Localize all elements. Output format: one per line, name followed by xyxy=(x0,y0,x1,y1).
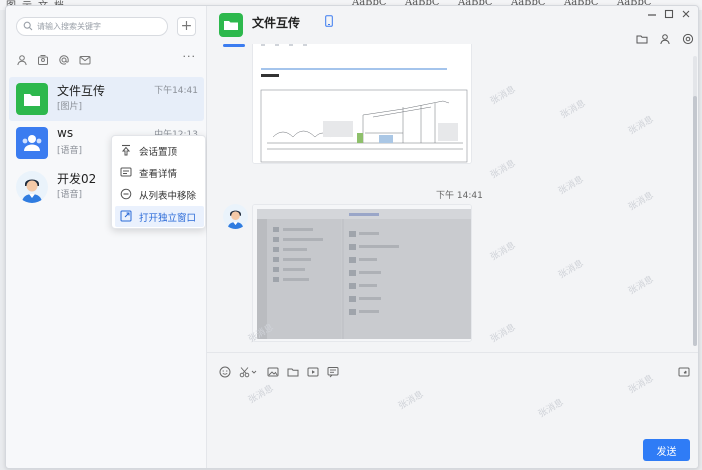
conversation-sidebar: + ··· 文件互传 [图片] 下午14:41 ws [语音] 中午12:13 xyxy=(6,6,207,468)
watermark-text: 张消息 xyxy=(627,373,656,396)
pin-top-icon xyxy=(121,144,131,156)
watermark-text: 张消息 xyxy=(557,258,586,281)
watermark-text: 张消息 xyxy=(397,389,426,412)
watermark-text: 张消息 xyxy=(489,322,518,345)
filter-row: ··· xyxy=(16,50,200,68)
menu-item-pin-top[interactable]: 会话置顶 xyxy=(115,140,204,161)
menu-item-label: 打开独立窗口 xyxy=(139,213,197,224)
message-timestamp: 下午 14:41 xyxy=(436,191,483,201)
menu-item-label: 会话置顶 xyxy=(139,147,178,158)
conversation-preview: [图片] xyxy=(57,102,83,112)
message-scrollbar[interactable] xyxy=(693,56,697,346)
watermark-text: 张消息 xyxy=(627,274,656,297)
file-folder-icon[interactable] xyxy=(287,366,299,378)
image-message-drawing[interactable] xyxy=(252,44,472,164)
conversation-preview: [语音] xyxy=(57,146,83,156)
more-options-icon[interactable]: ··· xyxy=(183,50,197,63)
person-avatar xyxy=(16,171,48,203)
conversation-name: ws xyxy=(57,126,74,140)
image-message-screenshot[interactable] xyxy=(252,204,472,342)
menu-item-details[interactable]: 查看详情 xyxy=(115,162,204,183)
chat-history-icon[interactable] xyxy=(327,366,339,378)
watermark-text: 张消息 xyxy=(489,240,518,263)
remove-circle-icon xyxy=(120,188,132,200)
mobile-device-icon xyxy=(325,15,333,27)
folder-avatar xyxy=(16,83,48,115)
watermark-text: 张消息 xyxy=(247,383,276,406)
watermark-text: 张消息 xyxy=(489,84,518,107)
watermark-text: 张消息 xyxy=(537,397,566,420)
conversation-time: 下午14:41 xyxy=(154,86,198,96)
image-icon[interactable] xyxy=(267,366,279,378)
minimize-icon[interactable] xyxy=(647,9,657,19)
video-icon[interactable] xyxy=(307,366,319,378)
emoji-icon[interactable] xyxy=(219,366,231,378)
watermark-text: 张消息 xyxy=(489,158,518,181)
close-icon[interactable] xyxy=(681,9,691,19)
chat-header: 文件互传 xyxy=(207,6,698,45)
sender-avatar xyxy=(223,204,248,229)
menu-item-remove[interactable]: 从列表中移除 xyxy=(115,184,204,205)
message-list: 下午 14:41 张消息 张消息 张消息 张消息 张消息 张消息 张消息 张消息… xyxy=(207,44,698,352)
person-icon[interactable] xyxy=(16,54,28,66)
chat-title: 文件互传 xyxy=(252,16,301,30)
chat-avatar xyxy=(219,13,243,37)
previous-message-edge xyxy=(223,44,245,47)
watermark-text: 张消息 xyxy=(559,98,588,121)
add-button[interactable]: + xyxy=(177,17,196,36)
watermark-text: 张消息 xyxy=(627,114,656,137)
menu-item-label: 从列表中移除 xyxy=(139,191,197,202)
architectural-drawing-image xyxy=(253,44,471,163)
details-icon xyxy=(120,167,132,177)
search-icon xyxy=(23,21,33,31)
at-icon[interactable] xyxy=(58,54,70,66)
message-composer: 张消息 张消息 张消息 张消息 发送 xyxy=(207,352,698,468)
group-icon[interactable] xyxy=(37,54,49,66)
send-button[interactable]: 发送 xyxy=(643,439,690,461)
maximize-icon[interactable] xyxy=(664,9,674,19)
scrollbar-thumb[interactable] xyxy=(693,96,697,346)
mail-icon[interactable] xyxy=(79,54,91,66)
conversation-preview: [语音] xyxy=(57,190,83,200)
context-menu: 会话置顶 查看详情 从列表中移除 打开独立窗口 xyxy=(111,135,206,229)
screenshot-icon[interactable] xyxy=(239,366,257,378)
conversation-name: 开发02 xyxy=(57,172,97,186)
menu-item-label: 查看详情 xyxy=(139,169,178,180)
conversation-name: 文件互传 xyxy=(57,84,106,98)
chat-window: + ··· 文件互传 [图片] 下午14:41 ws [语音] 中午12:13 xyxy=(5,5,699,469)
conversation-item[interactable]: 文件互传 [图片] 下午14:41 xyxy=(9,77,204,121)
expand-input-icon[interactable] xyxy=(678,366,690,378)
watermark-text: 张消息 xyxy=(627,190,656,213)
search-input[interactable] xyxy=(37,19,165,34)
menu-item-open-window[interactable]: 打开独立窗口 xyxy=(115,206,204,227)
watermark-text: 张消息 xyxy=(557,174,586,197)
app-screenshot-image xyxy=(253,205,471,341)
open-window-icon xyxy=(120,210,132,222)
search-box xyxy=(16,17,168,36)
group-avatar xyxy=(16,127,48,159)
chat-panel: 文件互传 下午 14:41 张消息 张消息 张消息 张消息 张消息 张消息 张消… xyxy=(207,6,698,468)
